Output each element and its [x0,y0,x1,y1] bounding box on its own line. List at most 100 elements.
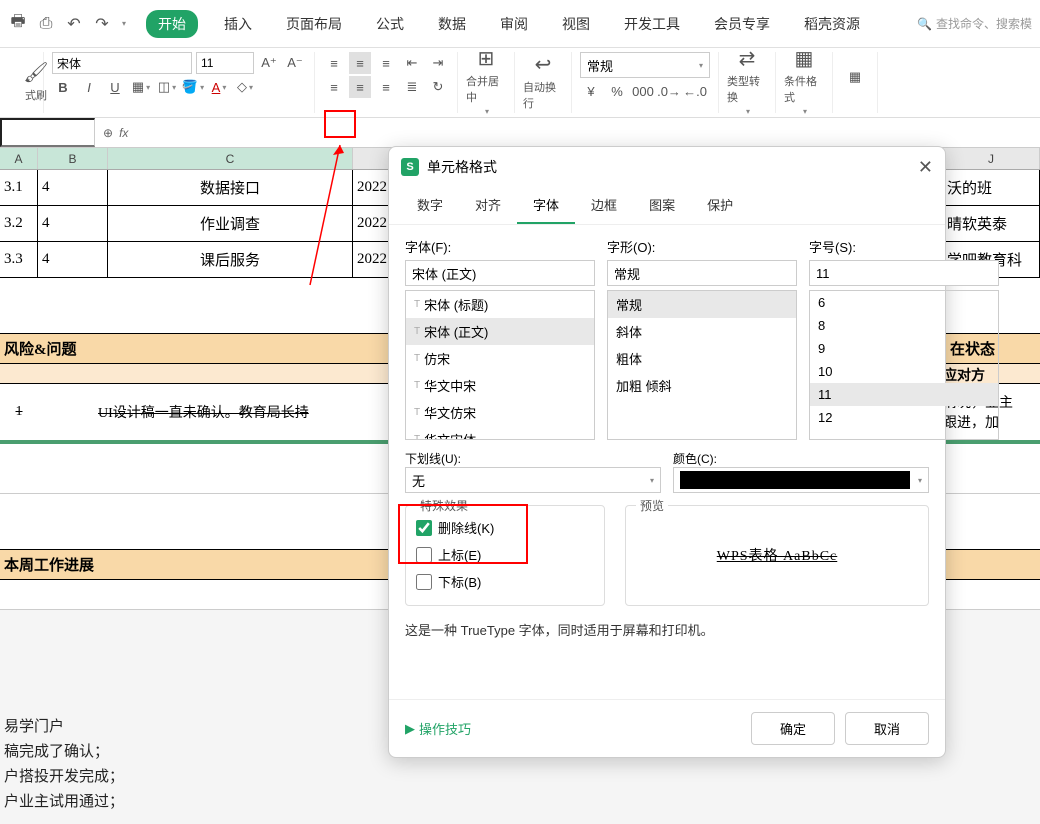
cell[interactable]: 3.2 [0,206,38,241]
thousands-icon[interactable]: 000 [632,80,654,102]
fill-color-button[interactable]: 🪣▾ [182,76,204,98]
col-header-J[interactable]: J [943,148,1040,169]
style-list[interactable]: 常规 斜体 粗体 加粗 倾斜 [607,290,797,440]
dlg-tab-number[interactable]: 数字 [401,187,459,224]
clear-format-button[interactable]: ◇▾ [234,76,256,98]
list-item[interactable]: T宋体 (正文) [406,318,594,345]
expand-icon[interactable]: ⊕ [103,126,113,140]
dlg-tab-border[interactable]: 边框 [575,187,633,224]
list-item[interactable]: T华文中宋 [406,372,594,399]
list-item[interactable]: T宋体 (标题) [406,291,594,318]
decrease-indent-icon[interactable]: ⇤ [401,52,423,74]
list-item[interactable]: 加粗 倾斜 [608,372,796,399]
font-input[interactable] [405,260,595,286]
tab-view[interactable]: 视图 [554,8,598,40]
size-list[interactable]: 6 8 9 10 11 12 [809,290,999,440]
dlg-tab-font[interactable]: 字体 [517,187,575,224]
cell[interactable]: 3.3 [0,242,38,277]
cell[interactable]: 沃的班 [943,170,1040,205]
align-top-icon[interactable]: ≡ [323,52,345,74]
ok-button[interactable]: 确定 [751,712,835,745]
dlg-tab-protect[interactable]: 保护 [691,187,749,224]
align-middle-icon[interactable]: ≡ [349,52,371,74]
tab-data[interactable]: 数据 [430,8,474,40]
cell[interactable]: 数据接口 [108,170,353,205]
cell[interactable]: 4 [38,170,108,205]
font-list[interactable]: T宋体 (标题) T宋体 (正文) T仿宋 T华文中宋 T华文仿宋 T华文宋体 [405,290,595,440]
align-right-icon[interactable]: ≡ [375,76,397,98]
font-color-button[interactable]: A▾ [208,76,230,98]
col-header-B[interactable]: B [38,148,108,169]
superscript-checkbox[interactable]: 上标(E) [416,541,594,568]
align-bottom-icon[interactable]: ≡ [375,52,397,74]
bold-button[interactable]: B [52,76,74,98]
tab-formula[interactable]: 公式 [368,8,412,40]
formula-input[interactable] [136,118,1040,147]
cell[interactable]: 4 [38,206,108,241]
orientation-icon[interactable]: ↻ [427,76,449,98]
list-item[interactable]: 8 [810,314,998,337]
col-header-A[interactable]: A [0,148,38,169]
align-center-icon[interactable]: ≡ [349,76,371,98]
list-item[interactable]: T仿宋 [406,345,594,372]
dlg-tab-align[interactable]: 对齐 [459,187,517,224]
list-item[interactable]: 11 [810,383,998,406]
list-item[interactable]: 10 [810,360,998,383]
tab-layout[interactable]: 页面布局 [278,8,350,40]
list-item[interactable]: 斜体 [608,318,796,345]
underline-button[interactable]: U [104,76,126,98]
merge-cells-button[interactable]: ⊞合并居中▾ [466,52,506,110]
number-format-select[interactable]: 常规▾ [580,52,710,78]
strike-checkbox[interactable]: 删除线(K) [416,514,594,541]
italic-button[interactable]: I [78,76,100,98]
cell[interactable]: 晴软英泰 [943,206,1040,241]
close-icon[interactable]: ✕ [918,157,933,178]
currency-icon[interactable]: ¥ [580,80,602,102]
format-table-icon[interactable]: ▦ [841,52,869,102]
align-left-icon[interactable]: ≡ [323,76,345,98]
subscript-checkbox[interactable]: 下标(B) [416,568,594,595]
cell[interactable]: 课后服务 [108,242,353,277]
cell-style-button[interactable]: ◫▾ [156,76,178,98]
cell[interactable]: 3.1 [0,170,38,205]
list-item[interactable]: 12 [810,406,998,429]
qat-dropdown-icon[interactable]: ▾ [122,19,126,28]
list-item[interactable]: 6 [810,291,998,314]
increase-indent-icon[interactable]: ⇥ [427,52,449,74]
list-item[interactable]: 粗体 [608,345,796,372]
list-item[interactable]: 9 [810,337,998,360]
font-size-select[interactable] [196,52,254,74]
cell[interactable]: 4 [38,242,108,277]
borders-button[interactable]: ▦▾ [130,76,152,98]
underline-select[interactable]: 无▾ [405,467,661,493]
font-name-select[interactable] [52,52,192,74]
dec-dec-icon[interactable]: ←.0 [684,80,706,102]
cond-format-button[interactable]: ▦条件格式▾ [784,52,824,110]
wrap-text-button[interactable]: ↩自动换行 [523,52,563,110]
undo-icon[interactable]: ↶ [64,14,84,34]
dlg-tab-pattern[interactable]: 图案 [633,187,691,224]
list-item[interactable]: 常规 [608,291,796,318]
tips-link[interactable]: ▶操作技巧 [405,719,471,738]
cell[interactable]: 作业调查 [108,206,353,241]
tab-start[interactable]: 开始 [146,10,198,38]
cancel-button[interactable]: 取消 [845,712,929,745]
fx-icon[interactable]: fx [119,126,128,140]
list-item[interactable]: T华文仿宋 [406,399,594,426]
tab-insert[interactable]: 插入 [216,8,260,40]
print-preview-icon[interactable]: ⎙ [36,14,56,34]
tab-member[interactable]: 会员专享 [706,8,778,40]
type-convert-button[interactable]: ⇄类型转换▾ [727,52,767,110]
col-header-C[interactable]: C [108,148,353,169]
dec-inc-icon[interactable]: .0→ [658,80,680,102]
justify-icon[interactable]: ≣ [401,76,423,98]
redo-icon[interactable]: ↷ [92,14,112,34]
color-select[interactable]: ▾ [673,467,929,493]
command-search[interactable]: 🔍 查找命令、搜索模 [917,15,1032,32]
list-item[interactable]: T华文宋体 [406,426,594,440]
increase-font-icon[interactable]: A⁺ [258,52,280,74]
tab-docer[interactable]: 稻壳资源 [796,8,868,40]
name-box[interactable] [0,118,95,147]
style-input[interactable] [607,260,797,286]
decrease-font-icon[interactable]: A⁻ [284,52,306,74]
